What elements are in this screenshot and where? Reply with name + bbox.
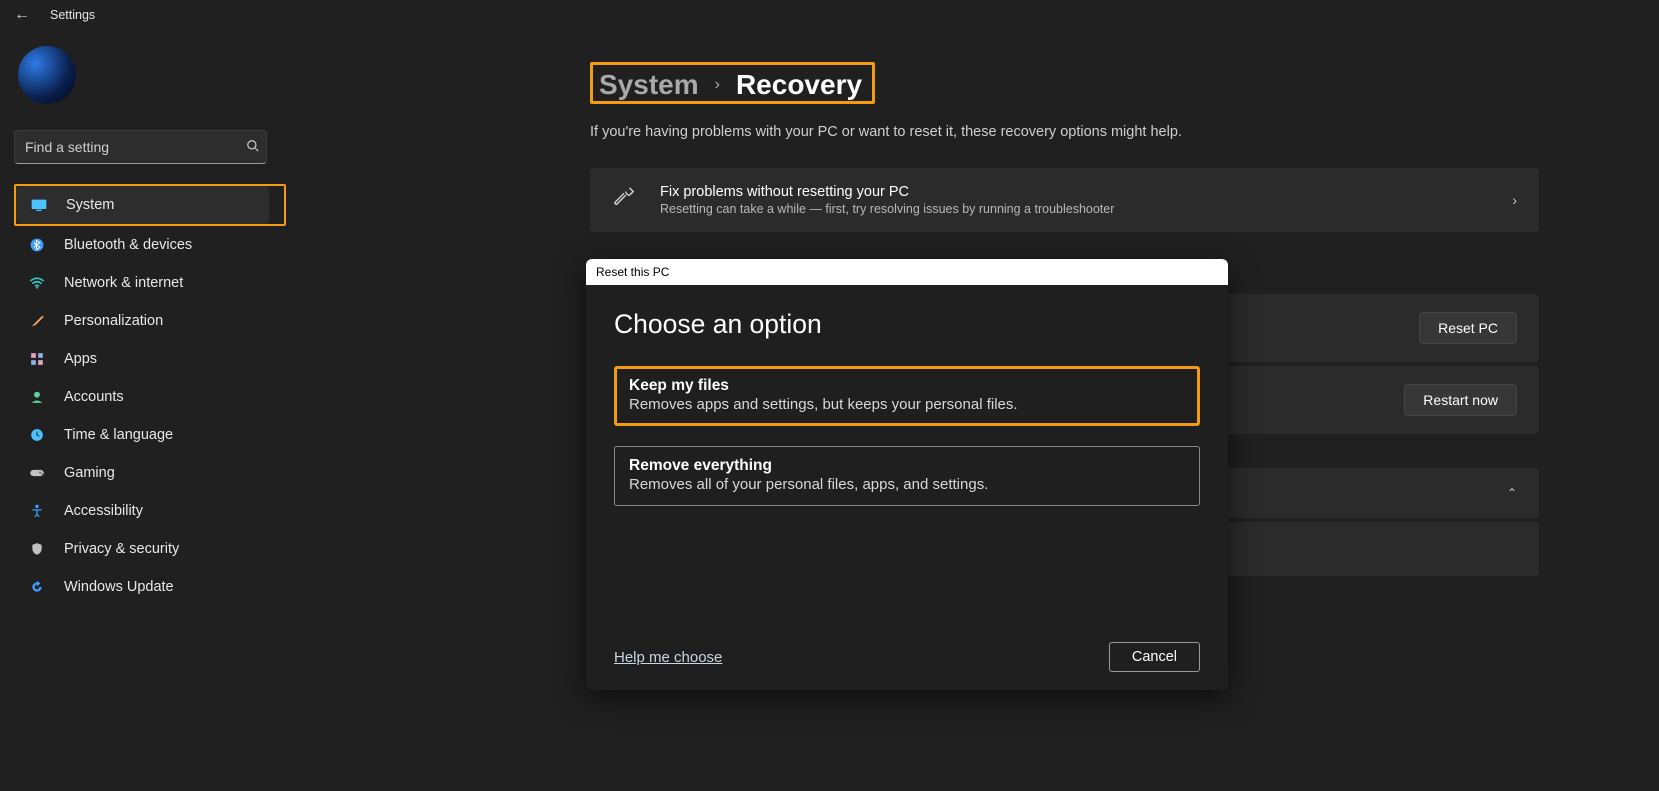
sidebar-item-bluetooth[interactable]: Bluetooth & devices bbox=[14, 226, 267, 264]
sidebar-item-accessibility[interactable]: Accessibility bbox=[14, 492, 267, 530]
sidebar-item-label: System bbox=[66, 197, 114, 213]
sidebar-item-accounts[interactable]: Accounts bbox=[14, 378, 267, 416]
sidebar-item-label: Network & internet bbox=[64, 275, 183, 291]
sidebar-item-network[interactable]: Network & internet bbox=[14, 264, 267, 302]
update-icon bbox=[28, 578, 46, 596]
fix-sub: Resetting can take a while — first, try … bbox=[660, 202, 1488, 216]
sidebar-item-label: Gaming bbox=[64, 465, 115, 481]
option-title: Remove everything bbox=[629, 457, 1185, 475]
reset-pc-dialog: Reset this PC Choose an option Keep my f… bbox=[586, 259, 1228, 690]
sidebar-item-time[interactable]: Time & language bbox=[14, 416, 267, 454]
sidebar-item-label: Time & language bbox=[64, 427, 173, 443]
sidebar: System Bluetooth & devices Network & int… bbox=[0, 26, 300, 789]
option-desc: Removes all of your personal files, apps… bbox=[629, 476, 1185, 493]
sidebar-item-label: Privacy & security bbox=[64, 541, 179, 557]
page-description: If you're having problems with your PC o… bbox=[590, 124, 1539, 140]
brush-icon bbox=[28, 312, 46, 330]
sidebar-item-gaming[interactable]: Gaming bbox=[14, 454, 267, 492]
app-title: Settings bbox=[50, 8, 95, 22]
option-title: Keep my files bbox=[629, 377, 1185, 395]
shield-icon bbox=[28, 540, 46, 558]
bluetooth-icon bbox=[28, 236, 46, 254]
avatar[interactable] bbox=[18, 46, 76, 104]
sidebar-item-personalization[interactable]: Personalization bbox=[14, 302, 267, 340]
apps-icon bbox=[28, 350, 46, 368]
gamepad-icon bbox=[28, 464, 46, 482]
accessibility-icon bbox=[28, 502, 46, 520]
restart-now-button[interactable]: Restart now bbox=[1404, 384, 1517, 416]
sidebar-item-label: Apps bbox=[64, 351, 97, 367]
chevron-up-icon: ⌃ bbox=[1507, 486, 1517, 500]
dialog-title: Reset this PC bbox=[596, 265, 669, 279]
search-input[interactable] bbox=[14, 130, 267, 164]
sidebar-item-apps[interactable]: Apps bbox=[14, 340, 267, 378]
option-remove-everything[interactable]: Remove everything Removes all of your pe… bbox=[614, 446, 1200, 506]
search-icon[interactable] bbox=[246, 139, 260, 156]
back-arrow-icon[interactable]: ← bbox=[14, 6, 30, 24]
sidebar-item-system[interactable]: System bbox=[16, 186, 269, 224]
sidebar-item-label: Accessibility bbox=[64, 503, 143, 519]
titlebar: ← Settings bbox=[0, 0, 1659, 26]
dialog-titlebar: Reset this PC bbox=[586, 259, 1228, 285]
sidebar-item-label: Accounts bbox=[64, 389, 124, 405]
person-icon bbox=[28, 388, 46, 406]
sidebar-item-privacy[interactable]: Privacy & security bbox=[14, 530, 267, 568]
sidebar-item-label: Bluetooth & devices bbox=[64, 237, 192, 253]
cancel-button[interactable]: Cancel bbox=[1109, 642, 1200, 672]
reset-pc-button[interactable]: Reset PC bbox=[1419, 312, 1517, 344]
display-icon bbox=[30, 196, 48, 214]
wifi-icon bbox=[28, 274, 46, 292]
sidebar-item-label: Personalization bbox=[64, 313, 163, 329]
fix-problems-card[interactable]: Fix problems without resetting your PC R… bbox=[590, 168, 1539, 232]
option-desc: Removes apps and settings, but keeps you… bbox=[629, 396, 1185, 413]
search-wrap bbox=[14, 130, 286, 164]
fix-title: Fix problems without resetting your PC bbox=[660, 184, 1488, 200]
breadcrumb-parent[interactable]: System bbox=[599, 69, 699, 101]
chevron-right-icon: › bbox=[715, 76, 720, 94]
option-keep-my-files[interactable]: Keep my files Removes apps and settings,… bbox=[614, 366, 1200, 426]
chevron-right-icon: › bbox=[1512, 192, 1517, 208]
breadcrumb-current: Recovery bbox=[736, 69, 862, 101]
clock-icon bbox=[28, 426, 46, 444]
help-me-choose-link[interactable]: Help me choose bbox=[614, 649, 722, 666]
wrench-icon bbox=[612, 186, 636, 214]
breadcrumb: System › Recovery bbox=[590, 62, 875, 104]
nav: System Bluetooth & devices Network & int… bbox=[14, 184, 286, 606]
sidebar-item-update[interactable]: Windows Update bbox=[14, 568, 267, 606]
sidebar-item-label: Windows Update bbox=[64, 579, 174, 595]
dialog-heading: Choose an option bbox=[614, 309, 1200, 340]
